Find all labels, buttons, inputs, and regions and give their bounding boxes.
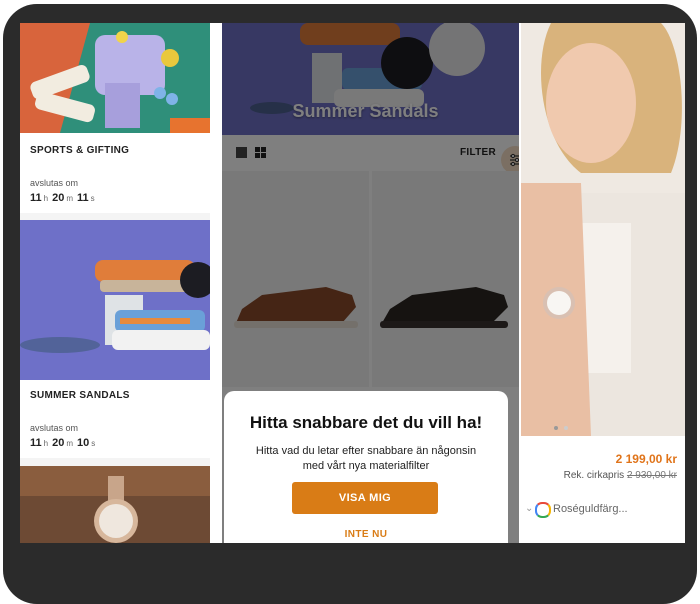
reference-price-value: 2 930,00 kr [626,470,677,481]
timer-seconds: 10 [77,437,90,449]
timer-hours: 11 [30,192,42,204]
timer-hours-unit: h [43,439,49,448]
screen: SPORTS & GIFTING avslutas om 11 h 20 m 11 s [20,23,685,543]
countdown-timer: 11 h 20 m 11 s [30,192,99,204]
model-photo [521,23,685,436]
campaign-card-watches[interactable] [20,466,210,543]
timer-hours: 11 [30,437,42,449]
timer-seconds: 11 [77,192,89,204]
reference-price: Rek. cirkapris 2 930,00 kr [564,470,677,481]
color-wheel-icon [535,502,551,518]
reference-price-label: Rek. cirkapris [563,470,625,481]
timer-seconds-unit: s [91,439,96,448]
show-me-button[interactable]: VISA MIG [292,482,438,514]
campaign-card-sports[interactable]: SPORTS & GIFTING avslutas om 11 h 20 m 11 s [20,23,210,213]
tablet-frame: SPORTS & GIFTING avslutas om 11 h 20 m 11 s [3,4,697,604]
color-selector[interactable]: Roséguldfärg... [553,503,628,515]
product-panel: 2 199,00 kr Rek. cirkapris 2 930,00 kr ⌄… [521,23,685,543]
watch-image [20,466,210,543]
category-panel: Summer Sandals FILTER [222,23,519,543]
campaign-card-sandals[interactable]: SUMMER SANDALS avslutas om 11 h 20 m 10 s [20,220,210,458]
dialog-body: Hitta vad du letar efter snabbare än någ… [255,445,477,472]
dialog-title: Hitta snabbare det du vill ha! [249,413,483,432]
product-price: 2 199,00 kr [615,452,677,466]
chevron-down-icon[interactable]: ⌄ [525,503,533,514]
timer-minutes-unit: m [66,194,74,203]
ends-label: avslutas om [30,423,79,433]
left-panel: SPORTS & GIFTING avslutas om 11 h 20 m 11 s [20,23,210,543]
timer-hours-unit: h [43,194,49,203]
ends-label: avslutas om [30,178,79,188]
filter-promo-dialog: Hitta snabbare det du vill ha! Hitta vad… [224,391,508,543]
card-title: SUMMER SANDALS [30,390,130,401]
countdown-timer: 11 h 20 m 10 s [30,437,99,449]
card-title: SPORTS & GIFTING [30,145,130,156]
timer-minutes: 20 [52,437,65,449]
sports-gifting-image [20,23,210,133]
timer-seconds-unit: s [90,194,95,203]
timer-minutes-unit: m [66,439,74,448]
summer-sandals-image [20,220,210,380]
timer-minutes: 20 [52,192,65,204]
